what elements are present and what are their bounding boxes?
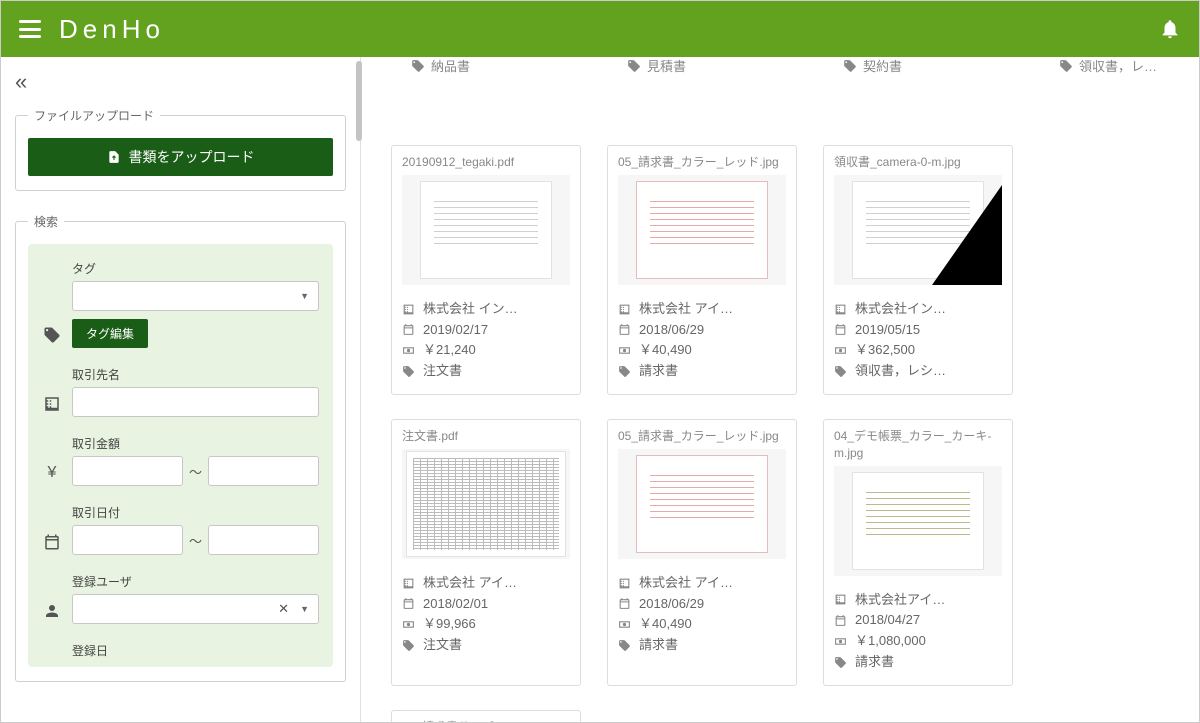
company-icon: [42, 395, 62, 417]
amount-to-input[interactable]: [208, 456, 319, 486]
document-card[interactable]: 注文書.pdf 株式会社 アイ…2018/02/01￥99,966注文書: [391, 419, 581, 686]
range-separator: ～: [189, 531, 202, 550]
strip-tag: 見積書: [627, 57, 817, 75]
strip-tag: 納品書: [411, 57, 601, 75]
card-company: 株式会社 アイ…: [639, 573, 733, 594]
card-filename: 20190912_tegaki.pdf: [392, 146, 580, 175]
document-card[interactable]: 領収書_camera-0-m.jpg 株式会社イン…2019/05/15￥362,…: [823, 145, 1013, 395]
card-date: 2018/02/01: [423, 594, 488, 615]
range-separator: ～: [189, 462, 202, 481]
card-filename: 04_デモ帳票_カラー_カーキ-m.jpg: [824, 420, 1012, 466]
card-company: 株式会社アイ…: [855, 590, 945, 611]
card-thumbnail: [618, 175, 786, 285]
card-thumbnail: [834, 466, 1002, 576]
document-card[interactable]: 01_請求書サンプル.jpg株式会社 サン…2019/03/15￥281,880…: [391, 710, 581, 722]
main-content: 納品書 見積書 契約書 領収書，レ… 20190912_tegaki.pdf 株式会社 …: [361, 57, 1199, 722]
search-legend: 検索: [28, 213, 64, 230]
strip-tag: 領収書，レ…: [1059, 57, 1179, 75]
card-amount: ￥40,490: [639, 614, 692, 635]
card-tag: 請求書: [855, 652, 894, 673]
card-amount: ￥21,240: [423, 340, 476, 361]
card-filename: 01_請求書サンプル.jpg: [392, 711, 580, 722]
card-amount: ￥362,500: [855, 340, 915, 361]
collapse-sidebar-button[interactable]: «: [15, 65, 346, 107]
document-grid: 20190912_tegaki.pdf 株式会社 イン…2019/02/17￥21…: [391, 145, 1179, 722]
card-company: 株式会社 アイ…: [639, 299, 733, 320]
upload-section: ファイルアップロード 書類をアップロード: [15, 107, 346, 191]
card-amount: ￥1,080,000: [855, 631, 926, 652]
card-meta: 株式会社 アイ…2018/06/29￥40,490請求書: [608, 567, 796, 668]
sidebar: « ファイルアップロード 書類をアップロード 検索 タグ: [1, 57, 361, 722]
card-meta: 株式会社イン…2019/05/15￥362,500領収書，レシ…: [824, 293, 1012, 394]
card-thumbnail: [834, 175, 1002, 285]
file-upload-icon: [107, 149, 121, 165]
document-card[interactable]: 05_請求書_カラー_レッド.jpg 株式会社 アイ…2018/06/29￥40,…: [607, 419, 797, 686]
app-logo: DenHo: [59, 14, 165, 45]
amount-from-input[interactable]: [72, 456, 183, 486]
card-thumbnail: [402, 175, 570, 285]
date-label: 取引日付: [72, 504, 319, 521]
card-date: 2019/02/17: [423, 320, 488, 341]
regdate-label: 登録日: [72, 642, 319, 659]
card-date: 2018/06/29: [639, 320, 704, 341]
card-company: 株式会社 イン…: [423, 299, 518, 320]
user-label: 登録ユーザ: [72, 573, 319, 590]
yen-icon: ¥: [42, 464, 62, 486]
tag-icon: [42, 326, 62, 348]
card-date: 2018/04/27: [855, 610, 920, 631]
search-section: 検索 タグ タグ編集: [15, 213, 346, 682]
document-card[interactable]: 05_請求書_カラー_レッド.jpg 株式会社 アイ…2018/06/29￥40,…: [607, 145, 797, 395]
strip-tag: 契約書: [843, 57, 1033, 75]
card-tag: 領収書，レシ…: [855, 361, 946, 382]
card-meta: 株式会社 アイ…2018/06/29￥40,490請求書: [608, 293, 796, 394]
tag-select[interactable]: [72, 281, 319, 311]
app-header: DenHo: [1, 1, 1199, 57]
card-filename: 05_請求書_カラー_レッド.jpg: [608, 420, 796, 449]
menu-icon[interactable]: [19, 20, 41, 38]
card-filename: 領収書_camera-0-m.jpg: [824, 146, 1012, 175]
date-to-input[interactable]: [208, 525, 319, 555]
card-tag: 請求書: [639, 361, 678, 382]
tag-edit-button[interactable]: タグ編集: [72, 319, 148, 348]
card-company: 株式会社 アイ…: [423, 573, 517, 594]
card-filename: 05_請求書_カラー_レッド.jpg: [608, 146, 796, 175]
partner-label: 取引先名: [72, 366, 319, 383]
card-meta: 株式会社 アイ…2018/02/01￥99,966注文書: [392, 567, 580, 668]
upload-button[interactable]: 書類をアップロード: [28, 138, 333, 176]
top-tag-strip: 納品書 見積書 契約書 領収書，レ…: [391, 57, 1179, 75]
card-meta: 株式会社 イン…2019/02/17￥21,240注文書: [392, 293, 580, 394]
card-thumbnail: [402, 449, 570, 559]
partner-input[interactable]: [72, 387, 319, 417]
card-tag: 注文書: [423, 361, 462, 382]
card-company: 株式会社イン…: [855, 299, 946, 320]
amount-label: 取引金額: [72, 435, 319, 452]
card-date: 2018/06/29: [639, 594, 704, 615]
tag-label: タグ: [72, 260, 319, 277]
card-date: 2019/05/15: [855, 320, 920, 341]
upload-legend: ファイルアップロード: [28, 107, 160, 124]
document-card[interactable]: 20190912_tegaki.pdf 株式会社 イン…2019/02/17￥21…: [391, 145, 581, 395]
date-from-input[interactable]: [72, 525, 183, 555]
upload-button-label: 書類をアップロード: [129, 147, 255, 167]
person-icon: [42, 602, 62, 624]
calendar-icon: [42, 533, 62, 555]
notifications-icon[interactable]: [1159, 18, 1181, 40]
document-card[interactable]: 04_デモ帳票_カラー_カーキ-m.jpg 株式会社アイ…2018/04/27￥1…: [823, 419, 1013, 686]
clear-icon[interactable]: ✕: [278, 601, 289, 617]
card-meta: 株式会社アイ…2018/04/27￥1,080,000請求書: [824, 584, 1012, 685]
card-amount: ￥40,490: [639, 340, 692, 361]
card-tag: 請求書: [639, 635, 678, 656]
card-tag: 注文書: [423, 635, 462, 656]
card-amount: ￥99,966: [423, 614, 476, 635]
card-thumbnail: [618, 449, 786, 559]
card-filename: 注文書.pdf: [392, 420, 580, 449]
